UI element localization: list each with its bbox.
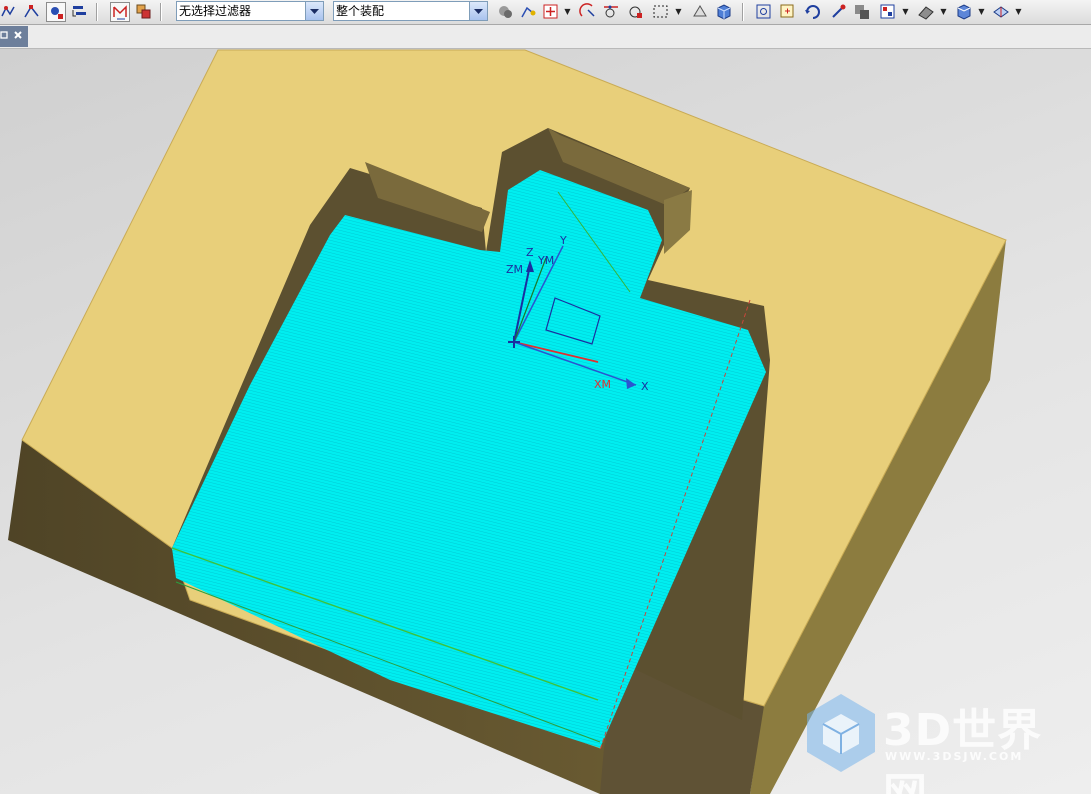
chevron-down-icon[interactable]: ▼: [940, 4, 947, 20]
snap-arc-center-icon[interactable]: [578, 2, 598, 22]
axis-label-y: Y: [560, 234, 567, 247]
watermark-brand: 3D世界网: [883, 705, 1043, 794]
rotate-icon[interactable]: [803, 2, 823, 22]
chevron-down-icon[interactable]: [305, 2, 323, 20]
snap-endpoint-icon[interactable]: [22, 2, 42, 22]
snap-toggle-icon[interactable]: [541, 2, 561, 22]
component-group-icon[interactable]: [496, 2, 516, 22]
graphics-window-tab[interactable]: [0, 26, 28, 47]
render-style-icon[interactable]: [878, 2, 898, 22]
main-toolbar: 无选择过滤器 整个装配 ▼ ▼ ▼ ▼ ▼ ▼: [0, 0, 1091, 25]
fit-view-icon[interactable]: [754, 2, 774, 22]
assembly-components-icon[interactable]: [134, 2, 154, 22]
chevron-down-icon[interactable]: ▼: [978, 4, 985, 20]
axis-label-x: X: [641, 380, 649, 393]
view-orientation-icon[interactable]: [954, 2, 974, 22]
view-triad-icon[interactable]: [690, 2, 710, 22]
point-constructor-icon[interactable]: [519, 2, 539, 22]
chevron-down-icon[interactable]: [469, 2, 487, 20]
select-face-icon[interactable]: [46, 2, 66, 22]
graphics-viewport[interactable]: ZM Z Y YM XM X 3D世界网 WWW.3DSJW.COM: [0, 49, 1091, 794]
assembly-scope-value: 整个装配: [336, 4, 385, 18]
selection-filter-value: 无选择过滤器: [179, 4, 252, 18]
select-feature-icon[interactable]: [70, 2, 90, 22]
chevron-down-icon[interactable]: ▼: [1015, 4, 1022, 20]
snap-quadrant-icon[interactable]: [626, 2, 646, 22]
document-tab-strip: [0, 25, 1091, 49]
wave-link-icon[interactable]: [110, 2, 130, 22]
zoom-icon[interactable]: [778, 2, 798, 22]
watermark-url: WWW.3DSJW.COM: [885, 750, 1024, 763]
selection-filter-select[interactable]: 无选择过滤器: [176, 1, 324, 21]
shaded-cube-icon[interactable]: [714, 2, 734, 22]
section-view-icon[interactable]: [991, 2, 1011, 22]
pan-icon[interactable]: [828, 2, 848, 22]
snap-point-icon[interactable]: [0, 2, 20, 22]
layer-settings-icon[interactable]: [852, 2, 872, 22]
shading-mode-icon[interactable]: [916, 2, 936, 22]
assembly-scope-select[interactable]: 整个装配: [333, 1, 488, 21]
axis-label-xm: XM: [594, 378, 612, 391]
axis-label-zm: ZM: [506, 263, 524, 276]
rectangle-select-icon[interactable]: [651, 2, 671, 22]
chevron-down-icon[interactable]: ▼: [564, 4, 571, 20]
part-model: [8, 49, 1007, 794]
watermark: 3D世界网 WWW.3DSJW.COM: [803, 690, 1073, 794]
axis-label-z: Z: [526, 246, 534, 259]
cube-logo-icon: [807, 694, 875, 772]
chevron-down-icon[interactable]: ▼: [902, 4, 909, 20]
snap-tangent-icon[interactable]: [601, 2, 621, 22]
chevron-down-icon[interactable]: ▼: [675, 4, 682, 20]
restore-close-icon[interactable]: [0, 26, 28, 47]
axis-label-ym: YM: [538, 254, 555, 267]
